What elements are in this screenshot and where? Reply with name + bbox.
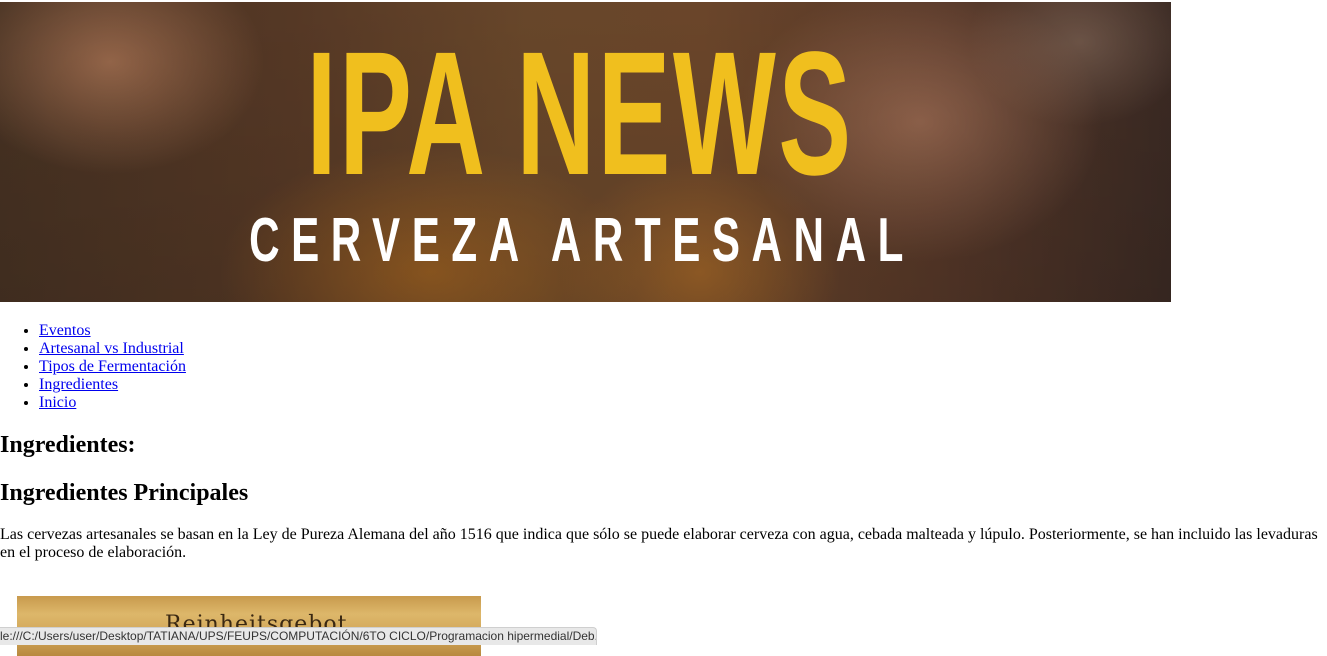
nav-item-artesanal-vs-industrial: Artesanal vs Industrial: [39, 340, 186, 358]
reinheitsgebot-image: Reinheitsgebot: [17, 596, 481, 656]
nav-item-inicio: Inicio: [39, 394, 186, 412]
page-heading: Ingredientes:: [0, 432, 136, 458]
nav-link-artesanal-vs-industrial[interactable]: Artesanal vs Industrial: [39, 340, 184, 357]
nav-item-eventos: Eventos: [39, 322, 186, 340]
banner-subtitle: CERVEZA ARTESANAL: [249, 206, 915, 275]
nav-link-ingredientes[interactable]: Ingredientes: [39, 376, 118, 393]
header-banner: IPA NEWS CERVEZA ARTESANAL: [0, 2, 1171, 302]
nav-link-tipos-de-fermentacion[interactable]: Tipos de Fermentación: [39, 358, 186, 375]
nav-item-ingredientes: Ingredientes: [39, 376, 186, 394]
nav-item-tipos-de-fermentacion: Tipos de Fermentación: [39, 358, 186, 376]
intro-paragraph: Las cervezas artesanales se basan en la …: [0, 526, 1318, 561]
banner-title: IPA NEWS: [306, 16, 854, 212]
nav-list: Eventos Artesanal vs Industrial Tipos de…: [0, 322, 186, 412]
nav-link-inicio[interactable]: Inicio: [39, 394, 76, 411]
nav-link-eventos[interactable]: Eventos: [39, 322, 91, 339]
section-heading: Ingredientes Principales: [0, 480, 249, 506]
status-bar-url: le:///C:/Users/user/Desktop/TATIANA/UPS/…: [0, 627, 597, 645]
